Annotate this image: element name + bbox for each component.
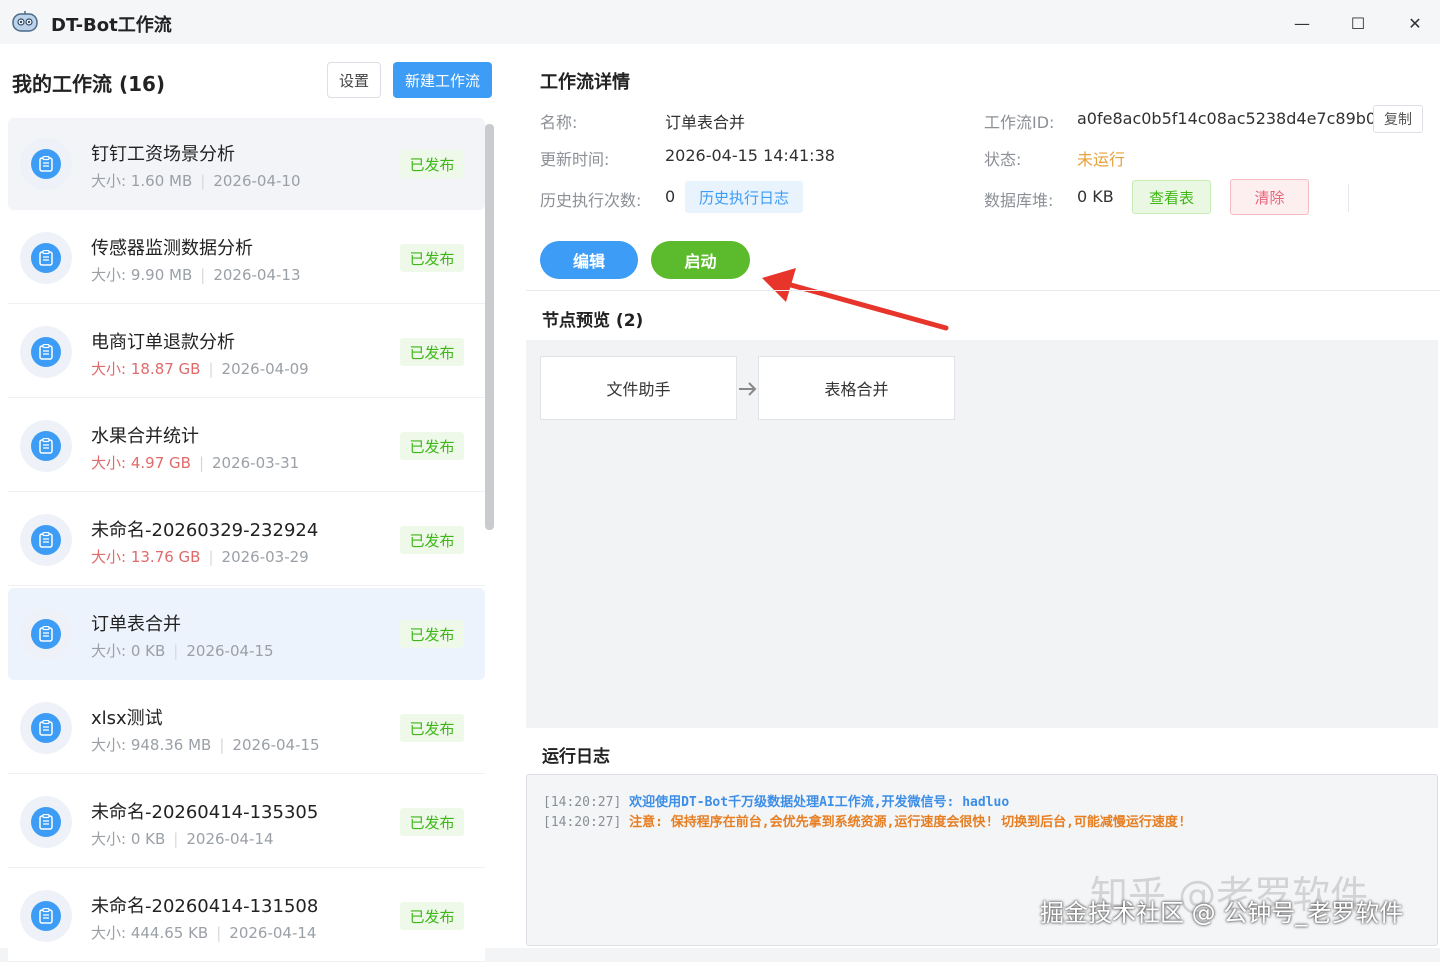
clear-button[interactable]: 清除 bbox=[1230, 179, 1309, 215]
red-arrow-annotation bbox=[762, 268, 949, 331]
settings-button[interactable]: 设置 bbox=[327, 62, 381, 98]
app-title: DT-Bot工作流 bbox=[51, 15, 172, 36]
clipboard-icon bbox=[20, 420, 72, 472]
status-badge: 已发布 bbox=[400, 526, 464, 554]
workflow-name: 传感器监测数据分析 bbox=[91, 238, 253, 259]
list-item[interactable]: xlsx测试 大小: 948.36 MB | 2026-04-15 已发布 bbox=[8, 682, 485, 774]
runs-label: 历史执行次数: bbox=[540, 191, 642, 210]
workflow-name: xlsx测试 bbox=[91, 708, 163, 729]
workflow-detail-panel: 工作流详情 名称: 订单表合并 更新时间: 2026-04-15 14:41:3… bbox=[512, 44, 1440, 948]
divider bbox=[526, 290, 1440, 291]
workflow-meta: 大小: 444.65 KB | 2026-04-14 bbox=[91, 924, 317, 942]
maximize-button[interactable]: ☐ bbox=[1338, 8, 1378, 38]
updated-label: 更新时间: bbox=[540, 150, 610, 169]
db-value: 0 KB bbox=[1077, 187, 1114, 206]
new-workflow-button[interactable]: 新建工作流 bbox=[393, 62, 492, 98]
divider bbox=[1348, 184, 1349, 212]
list-item[interactable]: 钉钉工资场景分析 大小: 1.60 MB | 2026-04-10 已发布 bbox=[8, 118, 485, 210]
clipboard-icon bbox=[20, 702, 72, 754]
workflow-meta: 大小: 18.87 GB | 2026-04-09 bbox=[91, 360, 309, 378]
clipboard-icon bbox=[20, 326, 72, 378]
clipboard-icon bbox=[20, 890, 72, 942]
node-table-merge[interactable]: 表格合并 bbox=[758, 356, 955, 420]
clipboard-icon bbox=[20, 232, 72, 284]
workflow-meta: 大小: 13.76 GB | 2026-03-29 bbox=[91, 548, 309, 566]
status-label: 状态: bbox=[984, 150, 1022, 169]
status-badge: 已发布 bbox=[400, 244, 464, 272]
view-table-button[interactable]: 查看表 bbox=[1132, 180, 1211, 214]
list-item[interactable]: 电商订单退款分析 大小: 18.87 GB | 2026-04-09 已发布 bbox=[8, 306, 485, 398]
clipboard-icon bbox=[20, 796, 72, 848]
runs-value: 0 bbox=[665, 187, 676, 206]
workflow-list-panel: 我的工作流 (16) 设置 新建工作流 钉钉工资场景分析 大小: 1.60 MB… bbox=[0, 44, 512, 962]
workflow-list-title: 我的工作流 (16) bbox=[12, 72, 166, 96]
status-badge: 已发布 bbox=[400, 432, 464, 460]
workflow-name: 未命名-20260414-135305 bbox=[91, 802, 319, 823]
arrow-right-icon bbox=[739, 382, 757, 396]
log-line: [14:20:27] 注意: 保持程序在前台,会优先拿到系统资源,运行速度会很快… bbox=[543, 815, 1186, 830]
minimize-button[interactable]: — bbox=[1282, 8, 1322, 38]
list-item[interactable]: 传感器监测数据分析 大小: 9.90 MB | 2026-04-13 已发布 bbox=[8, 212, 485, 304]
status-badge: 已发布 bbox=[400, 620, 464, 648]
workflow-meta: 大小: 4.97 GB | 2026-03-31 bbox=[91, 454, 300, 472]
robot-logo-icon bbox=[12, 11, 38, 32]
workflow-meta: 大小: 1.60 MB | 2026-04-10 bbox=[91, 172, 301, 190]
status-value: 未运行 bbox=[1077, 150, 1126, 169]
workflow-id-value: a0fe8ac0b5f14c08ac5238d4e7c89b06 bbox=[1077, 109, 1387, 128]
log-line: [14:20:27] 欢迎使用DT-Bot千万级数据处理AI工作流,开发微信号:… bbox=[543, 795, 1010, 810]
close-button[interactable]: ✕ bbox=[1395, 8, 1435, 38]
updated-value: 2026-04-15 14:41:38 bbox=[665, 146, 835, 165]
workflow-name: 电商订单退款分析 bbox=[91, 332, 235, 353]
workflow-name: 订单表合并 bbox=[91, 614, 181, 635]
list-item[interactable]: 未命名-20260414-135305 大小: 0 KB | 2026-04-14 … bbox=[8, 776, 485, 868]
workflow-meta: 大小: 0 KB | 2026-04-15 bbox=[91, 642, 274, 660]
clipboard-icon bbox=[20, 608, 72, 660]
workflow-name: 未命名-20260329-232924 bbox=[91, 520, 319, 541]
status-badge: 已发布 bbox=[400, 150, 464, 178]
workflow-name: 钉钉工资场景分析 bbox=[91, 144, 235, 165]
title-bar: DT-Bot工作流 — ☐ ✕ bbox=[0, 0, 1440, 44]
workflow-id-label: 工作流ID: bbox=[984, 113, 1055, 132]
name-value: 订单表合并 bbox=[665, 113, 746, 132]
edit-button[interactable]: 编辑 bbox=[540, 241, 638, 279]
list-item[interactable]: 未命名-20260414-131508 大小: 444.65 KB | 2026-0… bbox=[8, 870, 485, 962]
workflow-name: 水果合并统计 bbox=[91, 426, 199, 447]
clipboard-icon bbox=[20, 514, 72, 566]
node-preview-canvas[interactable]: 文件助手 表格合并 bbox=[526, 340, 1438, 728]
workflow-meta: 大小: 0 KB | 2026-04-14 bbox=[91, 830, 274, 848]
list-item-selected[interactable]: 订单表合并 大小: 0 KB | 2026-04-15 已发布 bbox=[8, 588, 485, 680]
history-log-button[interactable]: 历史执行日志 bbox=[685, 181, 803, 213]
list-item[interactable]: 未命名-20260329-232924 大小: 13.76 GB | 2026-03… bbox=[8, 494, 485, 586]
start-button[interactable]: 启动 bbox=[651, 241, 750, 279]
list-scrollbar[interactable] bbox=[485, 124, 494, 530]
node-file-helper[interactable]: 文件助手 bbox=[540, 356, 737, 420]
status-badge: 已发布 bbox=[400, 338, 464, 366]
status-badge: 已发布 bbox=[400, 902, 464, 930]
juejin-watermark: 掘金技术社区 @ 公钟号_老罗软件 bbox=[1040, 899, 1404, 927]
status-badge: 已发布 bbox=[400, 714, 464, 742]
copy-button[interactable]: 复制 bbox=[1373, 105, 1423, 133]
clipboard-icon bbox=[20, 138, 72, 190]
name-label: 名称: bbox=[540, 113, 578, 132]
list-item[interactable]: 水果合并统计 大小: 4.97 GB | 2026-03-31 已发布 bbox=[8, 400, 485, 492]
workflow-meta: 大小: 948.36 MB | 2026-04-15 bbox=[91, 736, 320, 754]
node-preview-title: 节点预览 (2) bbox=[542, 311, 644, 331]
workflow-meta: 大小: 9.90 MB | 2026-04-13 bbox=[91, 266, 301, 284]
detail-title: 工作流详情 bbox=[540, 72, 630, 93]
workflow-name: 未命名-20260414-131508 bbox=[91, 896, 319, 917]
run-log-title: 运行日志 bbox=[542, 747, 610, 767]
db-label: 数据库堆: bbox=[984, 191, 1054, 210]
status-badge: 已发布 bbox=[400, 808, 464, 836]
